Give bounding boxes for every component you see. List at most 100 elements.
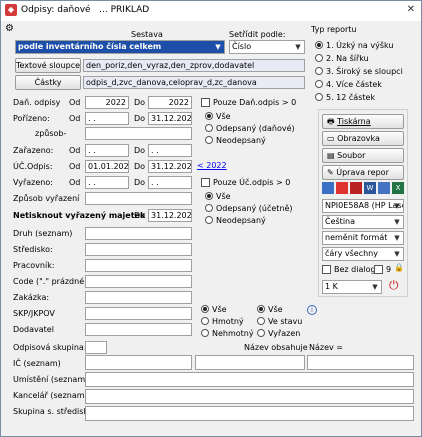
odpisova-skupina-field[interactable]: [85, 341, 107, 354]
chevron-down-icon: ▼: [394, 218, 400, 226]
typ-radio-5[interactable]: 5. 12 částek: [315, 93, 375, 102]
dan-od-label: Od: [69, 98, 81, 107]
close-icon[interactable]: ✕: [407, 4, 415, 15]
zarazeno-do-label: Do: [134, 146, 146, 155]
stredisko-field[interactable]: [85, 243, 192, 256]
textove-sloupce-button[interactable]: Textové sloupce: [15, 58, 81, 73]
hmotny-radio-hmotny[interactable]: Hmotný: [201, 317, 244, 326]
vyrazeno-to[interactable]: . .: [148, 176, 192, 189]
uc-radio-neodepsany[interactable]: Neodepsaný: [205, 216, 266, 225]
app-icon: ◆: [5, 4, 17, 16]
lines-select[interactable]: čáry všechny ▼: [322, 247, 404, 261]
porizeno-from[interactable]: . .: [85, 112, 129, 125]
info-icon[interactable]: i: [307, 305, 317, 315]
netisknout-date[interactable]: 31.12.2021: [148, 209, 192, 222]
soubor-button[interactable]: ▤ Soubor: [322, 148, 404, 163]
dan-odpisy-from[interactable]: 2022: [85, 96, 129, 109]
netisknout-do-label: Do: [134, 211, 146, 220]
language-select[interactable]: Čeština ▼: [322, 215, 404, 229]
nazev-eq-field[interactable]: [307, 355, 414, 370]
monitor-icon: ▭: [327, 134, 335, 143]
setridit-value: Číslo: [232, 42, 252, 51]
castky-value[interactable]: odpis_d,zvc_danova,celoprav_d,zc_danova: [83, 76, 305, 89]
lock-icon[interactable]: 🔒: [394, 263, 404, 272]
vyrazeno-from[interactable]: . .: [85, 176, 129, 189]
typ-radio-3[interactable]: 3. Široký se sloupci: [315, 67, 403, 76]
pouze-uc-checkbox[interactable]: Pouze Úč.odpis > 0: [201, 178, 290, 187]
zpusob-field[interactable]: [85, 127, 192, 140]
file-icon: ▤: [327, 151, 335, 160]
uprava-button[interactable]: ✎ Úprava repor: [322, 165, 404, 180]
skp-field[interactable]: [85, 307, 192, 320]
bez-dialogu-checkbox[interactable]: Bez dialogu: [322, 265, 381, 274]
format-select[interactable]: neměnit formát ▼: [322, 231, 404, 245]
dodavatel-field[interactable]: [85, 323, 192, 336]
typ-radio-4[interactable]: 4. Více částek: [315, 80, 382, 89]
dan-radio-vse[interactable]: Vše: [205, 112, 231, 121]
field-label-skp: SKP/JKPOV: [13, 309, 55, 318]
doc-export-icon[interactable]: [378, 182, 390, 194]
printer-select[interactable]: NPI0E58A8 (HP Lase ▼: [322, 199, 404, 213]
hmotny-radio-nehmotny[interactable]: Nehmotný: [201, 329, 254, 338]
zarazeno-to[interactable]: . .: [148, 144, 192, 157]
zpusob-vyrazeni-label: Způsob vyřazení: [13, 194, 80, 203]
stav-radio-vse[interactable]: Vše: [257, 305, 283, 314]
skupina-field[interactable]: [85, 406, 414, 421]
sestava-select[interactable]: podle inventárního čísla celkem ▼: [15, 40, 225, 54]
umisteni-field[interactable]: [85, 372, 414, 387]
dan-radio-odepsany[interactable]: Odepsaný (daňové): [205, 124, 295, 133]
font-size-checkbox[interactable]: 9: [374, 265, 391, 274]
word-export-icon[interactable]: W: [364, 182, 376, 194]
odpisova-skupina-label: Odpisová skupina:: [13, 343, 87, 352]
obrazovka-button[interactable]: ▭ Obrazovka: [322, 131, 404, 146]
grid-export-icon[interactable]: [322, 182, 334, 194]
printer-icon: 🖶: [327, 117, 335, 126]
uc-do-label: Do: [134, 162, 146, 171]
export-icon-bar: W X: [322, 182, 404, 194]
dan-odpisy-to[interactable]: 2022: [148, 96, 192, 109]
uc-odpis-to[interactable]: 31.12.2022: [148, 160, 192, 173]
nazev-obsahuje-field[interactable]: [195, 355, 305, 370]
typ-radio-1[interactable]: 1. Úzký na výšku: [315, 41, 393, 50]
zarazeno-from[interactable]: . .: [85, 144, 129, 157]
tiskarna-button[interactable]: 🖶 Tiskárna: [322, 114, 404, 129]
textove-sloupce-value[interactable]: den_poriz,den_vyraz,den_zprov,dodavatel: [83, 59, 305, 72]
field-label-dodavatel: Dodavatel: [13, 325, 54, 334]
field-label-druh: Druh (seznam): [13, 229, 73, 238]
zpusob-label: způsob-: [35, 129, 67, 138]
vyrazeno-od-label: Od: [69, 178, 81, 187]
pracovnik-field[interactable]: [85, 259, 192, 272]
excel-export-icon[interactable]: X: [392, 182, 404, 194]
stav-radio-ve-stavu[interactable]: Ve stavu: [257, 317, 302, 326]
castky-button[interactable]: Částky: [15, 75, 81, 90]
code-field[interactable]: [85, 275, 192, 288]
pouze-dan-checkbox[interactable]: Pouze Daň.odpis > 0: [201, 98, 296, 107]
stav-radio-vyrazen[interactable]: Vyřazen: [257, 329, 300, 338]
zarazeno-od-label: Od: [69, 146, 81, 155]
zarazeno-label: Zařazeno:: [13, 146, 54, 155]
year-link[interactable]: < 2022: [197, 161, 227, 170]
druh-field[interactable]: [85, 227, 192, 240]
html-export-icon[interactable]: [350, 182, 362, 194]
dan-radio-neodepsany[interactable]: Neodepsaný: [205, 136, 266, 145]
uc-radio-odepsany[interactable]: Odepsaný (účetně): [205, 204, 293, 213]
sestava-label: Sestava: [131, 30, 163, 39]
chevron-down-icon: ▼: [394, 250, 400, 258]
uc-odpis-from[interactable]: 01.01.2022: [85, 160, 129, 173]
setridit-select[interactable]: Číslo ▼: [229, 40, 305, 54]
kancelar-field[interactable]: [85, 389, 414, 404]
ic-field[interactable]: [85, 355, 192, 370]
ic-label: IČ (seznam): [13, 359, 61, 368]
field-label-pracovnik: Pracovník:: [13, 261, 55, 270]
porizeno-to[interactable]: 31.12.2022: [148, 112, 192, 125]
zakazka-field[interactable]: [85, 291, 192, 304]
typ-radio-2[interactable]: 2. Na šířku: [315, 54, 369, 63]
pdf-export-icon[interactable]: [336, 182, 348, 194]
chevron-down-icon: ▼: [394, 234, 400, 242]
hmotny-radio-vse[interactable]: Vše: [201, 305, 227, 314]
zpusob-vyrazeni-field[interactable]: [85, 192, 192, 205]
power-icon[interactable]: ⏻: [389, 278, 399, 293]
gear-icon[interactable]: ⚙: [5, 23, 14, 34]
uc-radio-vse[interactable]: Vše: [205, 192, 231, 201]
copies-spinner[interactable]: 1 K ▼: [322, 280, 382, 294]
